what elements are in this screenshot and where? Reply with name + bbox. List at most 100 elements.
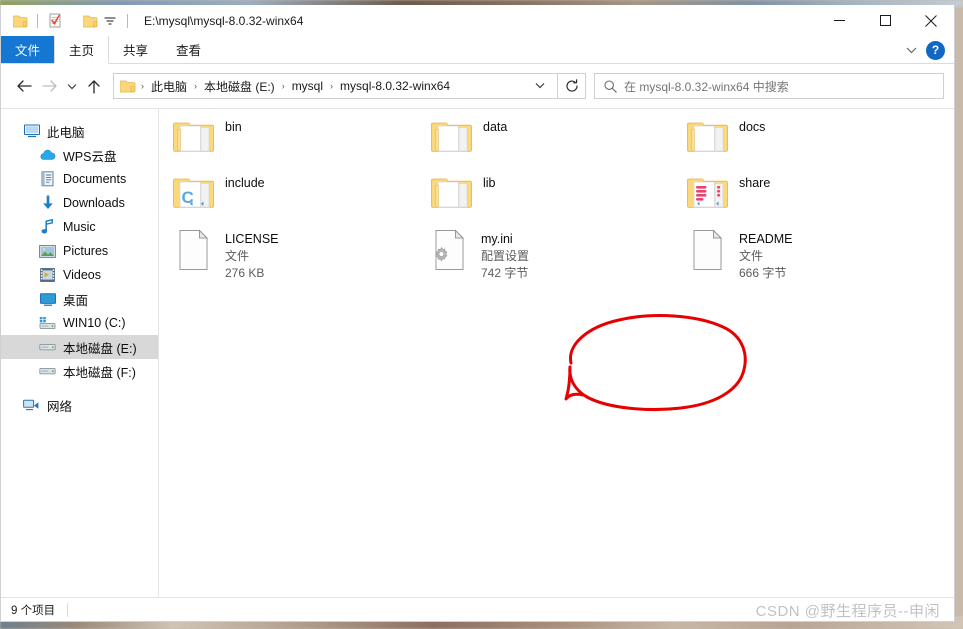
sidebar-item-label: Music (63, 220, 96, 234)
sidebar-item-videos[interactable]: Videos (1, 263, 158, 287)
up-button[interactable] (81, 73, 107, 99)
navigation-pane: 此电脑 WPS云盘 Documents Downloads Music Pict… (1, 109, 159, 597)
new-folder-icon[interactable] (80, 11, 100, 31)
system-drive-icon (39, 315, 56, 332)
chevron-down-icon[interactable] (900, 39, 922, 61)
file-grid: C (159, 109, 954, 280)
sidebar-item-label: Videos (63, 268, 101, 282)
sidebar-item-documents[interactable]: Documents (1, 167, 158, 191)
file-blank-icon (173, 229, 215, 271)
sidebar-item-local-disk-e[interactable]: 本地磁盘 (E:) (1, 335, 158, 359)
sidebar-item-pictures[interactable]: Pictures (1, 239, 158, 263)
sidebar-item-label: 此电脑 (47, 125, 85, 140)
file-kind: 文件 (739, 249, 764, 263)
window-controls (816, 5, 954, 36)
tab-file[interactable]: 文件 (1, 36, 55, 63)
file-meta: LICENSE 文件 276 KB (225, 229, 279, 282)
file-meta: data (483, 117, 507, 136)
file-name: include (225, 176, 265, 190)
ribbon-tabs: 文件 主页 共享 查看 ? (1, 36, 954, 64)
file-item[interactable]: data (431, 117, 683, 173)
sidebar-item-local-disk-f[interactable]: 本地磁盘 (F:) (1, 359, 158, 383)
folder-plain-icon (431, 117, 473, 159)
sidebar-item-network[interactable]: 网络 (1, 393, 158, 417)
breadcrumb-separator: › (141, 81, 144, 91)
search-input[interactable]: 在 mysql-8.0.32-winx64 中搜索 (594, 73, 944, 99)
sidebar-item-win10-c[interactable]: WIN10 (C:) (1, 311, 158, 335)
search-placeholder: 在 mysql-8.0.32-winx64 中搜索 (624, 79, 789, 94)
file-name: README (739, 232, 793, 246)
breadcrumb-dropdown-icon[interactable] (527, 81, 553, 92)
file-name: docs (739, 120, 766, 134)
quick-access-toolbar (1, 11, 135, 31)
folder-code-icon (173, 173, 215, 215)
file-item[interactable]: README 文件 666 字节 (687, 229, 939, 285)
file-item[interactable]: lib (431, 173, 683, 229)
tab-home[interactable]: 主页 (54, 36, 110, 64)
sidebar-item-label: 网络 (47, 399, 73, 414)
file-meta: README 文件 666 字节 (739, 229, 792, 282)
close-button[interactable] (908, 5, 954, 36)
address-bar: › 此电脑 › 本地磁盘 (E:) › mysql › mysql-8.0.32… (1, 64, 954, 108)
desktop-icon (39, 291, 56, 308)
file-item[interactable]: docs (687, 117, 939, 173)
sidebar-item-this-pc[interactable]: 此电脑 (1, 119, 158, 143)
file-kind: 配置设置 (481, 249, 530, 263)
back-button[interactable] (11, 73, 37, 99)
file-meta: include (225, 173, 265, 192)
file-config-icon (425, 229, 471, 271)
drive-icon (39, 339, 56, 356)
breadcrumb-item-mysql-version[interactable]: mysql-8.0.32-winx64 (336, 79, 454, 93)
file-item[interactable]: my.ini 配置设置 742 字节 (425, 229, 677, 285)
file-name: LICENSE (225, 232, 279, 246)
file-item[interactable]: LICENSE 文件 276 KB (173, 229, 425, 285)
file-item[interactable]: bin (173, 117, 425, 173)
sidebar-item-label: 桌面 (63, 293, 89, 308)
sidebar-item-desktop[interactable]: 桌面 (1, 287, 158, 311)
file-list-view[interactable]: C (159, 109, 954, 597)
file-name: share (739, 176, 771, 190)
folder-plain-icon (687, 117, 729, 159)
folder-icon[interactable] (10, 11, 30, 31)
file-meta: lib (483, 173, 496, 192)
file-kind: 文件 (225, 249, 250, 263)
ribbon-right-controls: ? (900, 36, 950, 64)
music-icon (39, 219, 56, 236)
tab-view[interactable]: 查看 (162, 36, 215, 63)
forward-button[interactable] (37, 73, 63, 99)
file-name: lib (483, 176, 496, 190)
properties-icon[interactable] (45, 11, 65, 31)
cloud-icon (39, 147, 56, 164)
maximize-button[interactable] (862, 5, 908, 36)
pictures-icon (39, 243, 56, 260)
status-divider (67, 602, 69, 617)
documents-icon (39, 171, 56, 188)
breadcrumb-item-this-pc[interactable]: 此电脑 (147, 78, 191, 95)
qat-divider-1 (37, 13, 38, 28)
downloads-icon (39, 195, 56, 212)
refresh-button[interactable] (558, 73, 586, 99)
recent-locations-button[interactable] (63, 73, 81, 99)
minimize-button[interactable] (816, 5, 862, 36)
annotation-ellipse (557, 311, 757, 426)
sidebar-item-downloads[interactable]: Downloads (1, 191, 158, 215)
drive-icon (39, 363, 56, 380)
file-name: data (483, 120, 508, 134)
help-icon[interactable]: ? (926, 40, 945, 60)
tab-share[interactable]: 共享 (109, 36, 162, 63)
file-meta: bin (225, 117, 242, 136)
sidebar-item-music[interactable]: Music (1, 215, 158, 239)
breadcrumb[interactable]: › 此电脑 › 本地磁盘 (E:) › mysql › mysql-8.0.32… (113, 73, 558, 99)
customize-dropdown-icon[interactable] (100, 11, 120, 31)
breadcrumb-separator: › (281, 81, 285, 91)
sidebar-item-label: 本地磁盘 (E:) (63, 341, 137, 356)
file-item[interactable]: include (173, 173, 425, 229)
breadcrumb-item-mysql[interactable]: mysql (288, 79, 327, 93)
sidebar-item-wps-cloud[interactable]: WPS云盘 (1, 143, 158, 167)
item-count-label: 9 个项目 (11, 604, 56, 617)
breadcrumb-item-drive-e[interactable]: 本地磁盘 (E:) (200, 78, 279, 95)
sidebar-item-label: 本地磁盘 (F:) (63, 365, 136, 380)
file-item[interactable]: share (687, 173, 939, 229)
file-size: 276 KB (225, 266, 265, 280)
